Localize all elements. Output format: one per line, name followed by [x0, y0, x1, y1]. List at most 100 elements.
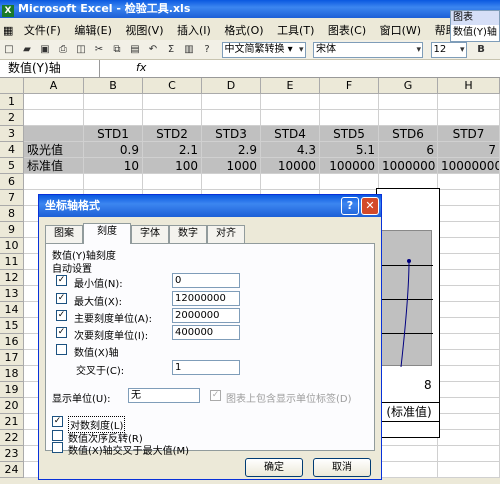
menu-tools[interactable]: 工具(T) [272, 18, 319, 40]
row-header[interactable]: 22 [0, 430, 24, 446]
sheet-cell[interactable] [24, 94, 84, 110]
row-header[interactable]: 6 [0, 174, 24, 190]
sheet-cell[interactable] [379, 110, 438, 126]
sheet-cell[interactable] [84, 110, 143, 126]
row-header[interactable]: 16 [0, 334, 24, 350]
menu-format[interactable]: 格式(O) [219, 18, 268, 40]
close-icon[interactable]: ✕ [361, 197, 379, 215]
sheet-cell[interactable] [320, 110, 379, 126]
sheet-cell[interactable]: STD6 [379, 126, 438, 142]
sheet-cell[interactable] [438, 398, 500, 414]
sheet-cell[interactable]: 1000 [202, 158, 261, 174]
sheet-cell[interactable] [438, 94, 500, 110]
sheet-cell[interactable] [438, 430, 500, 446]
sheet-cell[interactable] [320, 174, 379, 190]
italic-button[interactable]: I [495, 42, 500, 58]
name-box[interactable]: 数值(Y)轴 [0, 60, 100, 77]
sheet-cell[interactable]: 0.9 [84, 142, 143, 158]
sheet-cell[interactable] [438, 302, 500, 318]
help-icon[interactable]: ? [341, 197, 359, 215]
row-header[interactable]: 4 [0, 142, 24, 158]
sheet-cell[interactable] [379, 462, 438, 478]
row-header[interactable]: 14 [0, 302, 24, 318]
cut-icon[interactable]: ✂ [91, 42, 107, 58]
row-header[interactable]: 19 [0, 382, 24, 398]
minor-unit-input[interactable]: 400000 [172, 325, 240, 340]
select-all-corner[interactable] [0, 78, 24, 94]
cancel-button[interactable]: 取消 [313, 458, 371, 477]
font-size-select[interactable]: 12 [430, 42, 467, 58]
sheet-cell[interactable]: 10 [84, 158, 143, 174]
cross-at-input[interactable]: 1 [172, 360, 240, 375]
sheet-cell[interactable] [438, 382, 500, 398]
sheet-cell[interactable]: 7 [438, 142, 500, 158]
column-header[interactable]: D [202, 78, 261, 94]
sheet-cell[interactable] [438, 190, 500, 206]
sheet-cell[interactable]: 4.3 [261, 142, 320, 158]
sheet-cell[interactable] [261, 94, 320, 110]
sheet-cell[interactable] [438, 222, 500, 238]
row-header[interactable]: 3 [0, 126, 24, 142]
row-header[interactable]: 24 [0, 462, 24, 478]
undo-icon[interactable]: ↶ [145, 42, 161, 58]
sheet-cell[interactable]: 10000000 [438, 158, 500, 174]
max-auto-checkbox[interactable]: ✓ [56, 293, 67, 304]
font-name-select[interactable]: 宋体 [313, 42, 423, 58]
sheet-cell[interactable] [438, 446, 500, 462]
sheet-cell[interactable]: STD1 [84, 126, 143, 142]
menu-file[interactable]: 文件(F) [19, 18, 66, 40]
x-axis-cross-checkbox[interactable] [56, 344, 67, 355]
tab-alignment[interactable]: 对齐 [207, 225, 245, 243]
major-unit-checkbox[interactable]: ✓ [56, 310, 67, 321]
row-header[interactable]: 12 [0, 270, 24, 286]
preview-icon[interactable]: ◫ [73, 42, 89, 58]
tab-number[interactable]: 数字 [169, 225, 207, 243]
menu-edit[interactable]: 编辑(E) [69, 18, 117, 40]
chinese-convert-button[interactable]: 中文简繁转换 ▾ [221, 42, 306, 58]
major-unit-input[interactable]: 2000000 [172, 308, 240, 323]
sheet-cell[interactable]: STD3 [202, 126, 261, 142]
chart-object-select[interactable]: 数值(Y)轴 [451, 25, 499, 41]
min-auto-checkbox[interactable]: ✓ [56, 275, 67, 286]
menu-insert[interactable]: 插入(I) [172, 18, 216, 40]
tab-scale[interactable]: 刻度 [83, 223, 131, 244]
plot-area[interactable] [380, 230, 433, 367]
column-header[interactable]: F [320, 78, 379, 94]
sheet-cell[interactable] [438, 414, 500, 430]
sheet-cell[interactable]: STD5 [320, 126, 379, 142]
row-header[interactable]: 7 [0, 190, 24, 206]
sheet-cell[interactable] [438, 254, 500, 270]
help-icon[interactable]: ? [199, 42, 215, 58]
sheet-cell[interactable] [261, 174, 320, 190]
sheet-cell[interactable] [438, 174, 500, 190]
sheet-cell[interactable] [84, 174, 143, 190]
tab-font[interactable]: 字体 [131, 225, 169, 243]
column-header[interactable]: B [84, 78, 143, 94]
sheet-cell[interactable]: 5.1 [320, 142, 379, 158]
row-header[interactable]: 10 [0, 238, 24, 254]
sheet-cell[interactable]: STD4 [261, 126, 320, 142]
sheet-cell[interactable] [143, 174, 202, 190]
row-header[interactable]: 9 [0, 222, 24, 238]
sheet-cell[interactable] [438, 206, 500, 222]
menu-window[interactable]: 窗口(W) [375, 18, 426, 40]
row-header[interactable]: 17 [0, 350, 24, 366]
column-header[interactable]: G [379, 78, 438, 94]
sheet-cell[interactable]: 2.1 [143, 142, 202, 158]
sheet-cell[interactable]: STD7 [438, 126, 500, 142]
sheet-cell[interactable]: 吸光值 [24, 142, 84, 158]
new-file-icon[interactable]: □ [1, 42, 17, 58]
show-unit-label-checkbox[interactable]: ✓ [210, 390, 221, 401]
sheet-cell[interactable] [320, 94, 379, 110]
save-icon[interactable]: ▣ [37, 42, 53, 58]
sheet-cell[interactable] [202, 110, 261, 126]
copy-icon[interactable]: ⧉ [109, 42, 125, 58]
sheet-cell[interactable] [84, 94, 143, 110]
sheet-cell[interactable] [438, 334, 500, 350]
sheet-cell[interactable]: 100000 [320, 158, 379, 174]
reverse-order-checkbox[interactable] [52, 430, 63, 441]
chart-axis-title[interactable]: (标准值) [378, 402, 440, 422]
excel-doc-icon[interactable]: ▦ [0, 20, 15, 42]
sheet-cell[interactable]: STD2 [143, 126, 202, 142]
sheet-cell[interactable] [438, 110, 500, 126]
